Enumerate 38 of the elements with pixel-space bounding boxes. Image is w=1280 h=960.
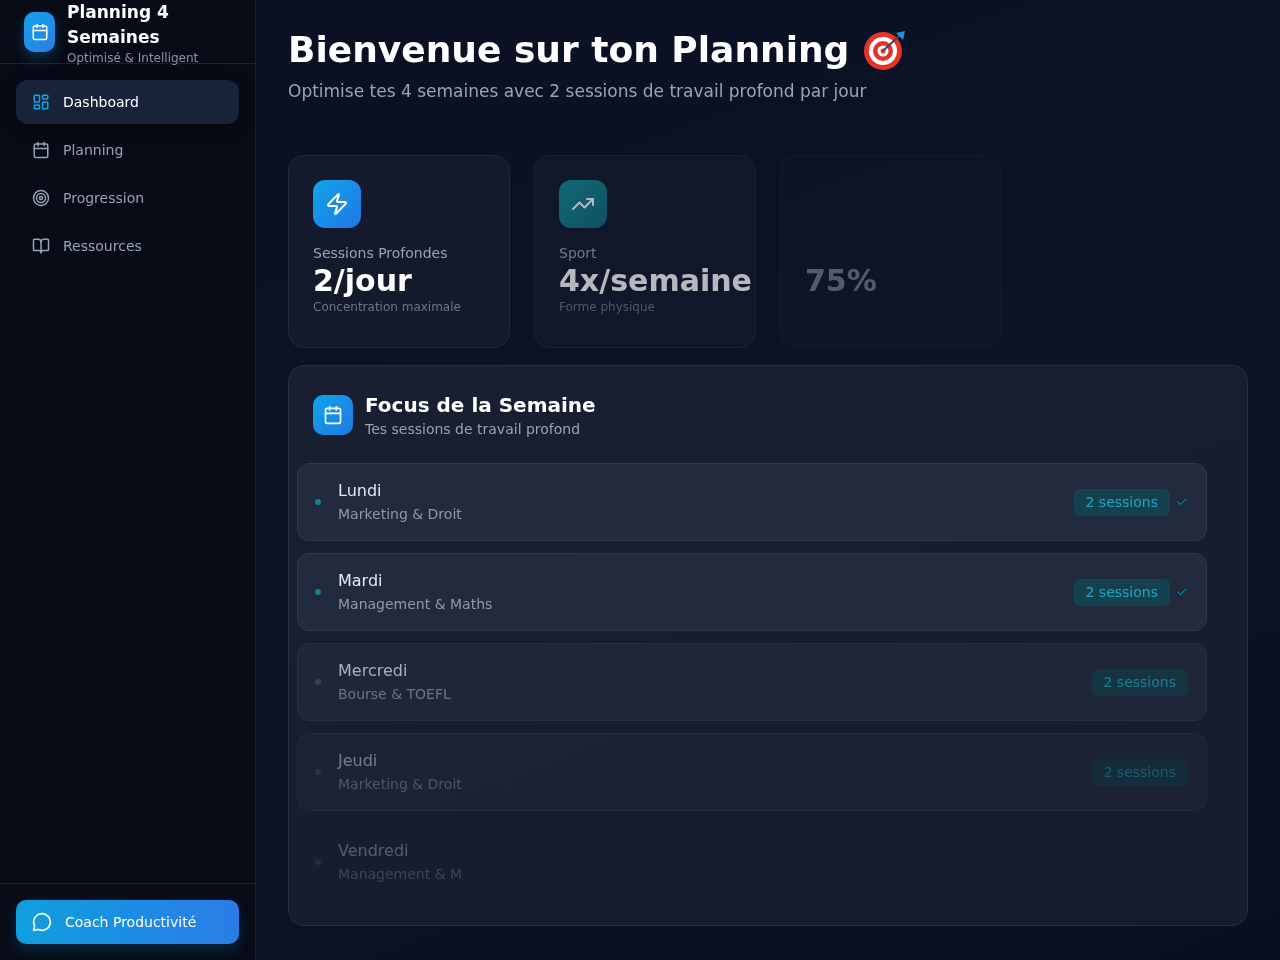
coach-button[interactable]: Coach Productivité	[16, 900, 239, 944]
nav-item[interactable]: Dashboard	[16, 80, 239, 124]
calendar-icon	[32, 141, 50, 159]
page-title: Bienvenue sur ton Planning	[288, 28, 850, 71]
day-name: Mercredi	[338, 660, 408, 682]
stat-label: Sport	[559, 244, 597, 263]
day-subjects: Marketing & Droit	[338, 505, 462, 524]
nav-item[interactable]: Planning	[16, 128, 239, 172]
chat-bubble-icon	[32, 912, 52, 932]
stat-value: 4x/semaine	[559, 263, 752, 299]
calendar-icon	[24, 12, 55, 52]
app-subtitle: Optimisé & Intelligent	[67, 50, 200, 66]
day-name: Mardi	[338, 570, 383, 592]
target-icon	[863, 28, 908, 71]
nav-item[interactable]: Progression	[16, 176, 239, 220]
sessions-badge: 2 sessions	[1073, 488, 1170, 516]
nav-item[interactable]: Ressources	[16, 224, 239, 268]
sessions-badge: 2 sessions	[1073, 578, 1170, 606]
stat-note: Concentration maximale	[313, 299, 461, 315]
page-subtitle: Optimise tes 4 semaines avec 2 sessions de travail profond par jour	[288, 80, 868, 103]
stat-value: 75%	[805, 263, 877, 299]
stat-value: 2/jour	[313, 263, 412, 299]
stat-label: Sessions Profondes	[313, 244, 448, 263]
day-subjects: Bourse & TOEFL	[338, 685, 451, 704]
calendar-icon	[313, 395, 353, 435]
day-name: Jeudi	[338, 750, 378, 772]
panel-subtitle: Tes sessions de travail profond	[365, 420, 582, 439]
panel-title: Focus de la Semaine	[365, 392, 596, 419]
trending-up-icon	[559, 180, 607, 228]
lightning-icon	[313, 180, 361, 228]
stat-note: Forme physique	[559, 299, 655, 315]
target-icon	[32, 189, 50, 207]
day-subjects: Management & Maths	[338, 595, 493, 614]
app-title: Planning 4 Semaines	[67, 1, 170, 49]
dashboard-icon	[32, 93, 50, 111]
day-name: Lundi	[338, 480, 382, 502]
sessions-badge: 2 sessions	[1091, 668, 1188, 696]
book-icon	[32, 237, 50, 255]
